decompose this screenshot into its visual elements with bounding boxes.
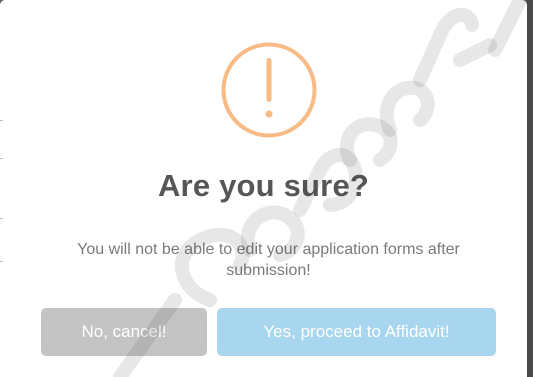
dialog-title: Are you sure? — [157, 168, 370, 203]
cancel-button[interactable]: No, cancel! — [41, 308, 207, 356]
confirmation-dialog: Are you sure? You will not be able to ed… — [0, 0, 527, 377]
background-overlay — [527, 0, 533, 377]
exclamation-circle-icon — [221, 42, 317, 138]
dialog-message: You will not be able to edit your applic… — [77, 241, 460, 279]
page: Are you sure? You will not be able to ed… — [0, 0, 533, 377]
confirm-button[interactable]: Yes, proceed to Affidavit! — [217, 308, 496, 356]
